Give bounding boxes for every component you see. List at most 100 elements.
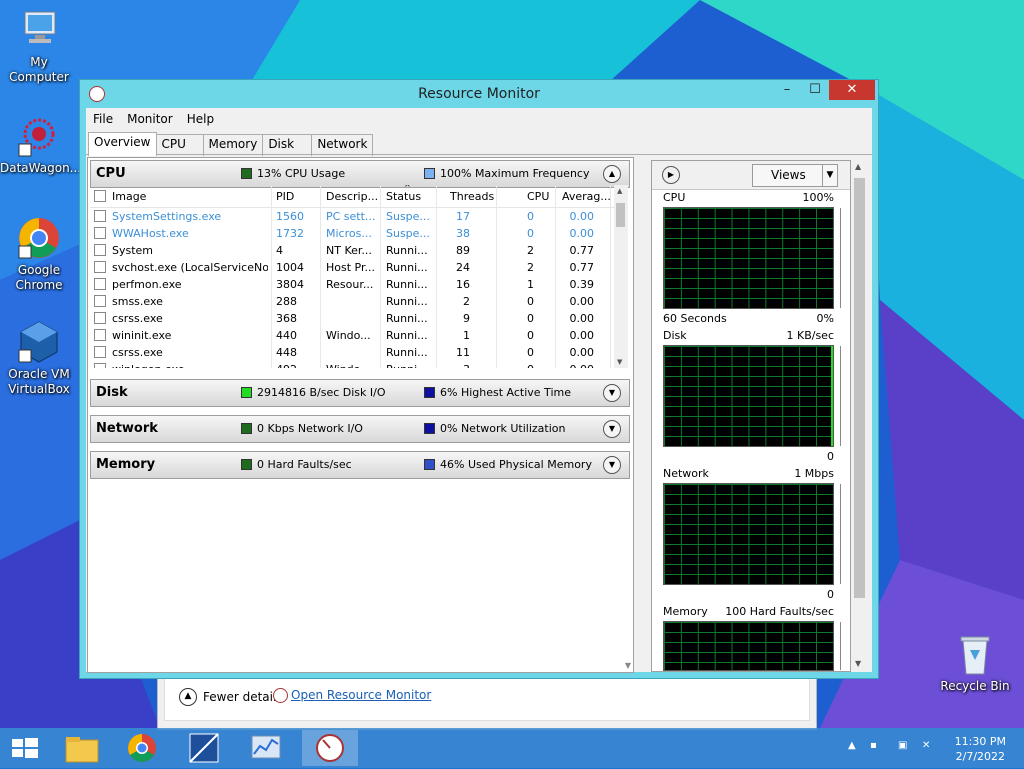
desktop-icon-datawagon[interactable]: DataWagon... (0, 114, 81, 176)
taskbar-app-64-10[interactable] (176, 730, 232, 766)
tab-overview[interactable]: Overview (88, 132, 157, 156)
column-cpu[interactable]: CPU (527, 190, 549, 203)
table-row[interactable]: SystemSettings.exe 1560 PC sett... Suspe...… (90, 208, 614, 225)
taskbar-chrome[interactable] (114, 730, 170, 766)
views-dropdown[interactable]: Views ▼ (752, 164, 838, 187)
cell-image: wininit.exe (112, 329, 172, 342)
memory-used-swatch (424, 459, 435, 470)
disk-graph-min: 0 (827, 450, 834, 463)
menu-file[interactable]: File (86, 110, 120, 130)
scrollbar-thumb[interactable] (616, 203, 625, 227)
column-image[interactable]: Image (112, 190, 146, 203)
cell-desc: Resour... (326, 278, 374, 291)
scroll-up-icon[interactable]: ▲ (617, 187, 622, 195)
tab-cpu[interactable]: CPU (155, 134, 204, 156)
menu-bar: File Monitor Help (86, 110, 221, 130)
disk-section-header[interactable]: Disk 2914816 B/sec Disk I/O 6% Highest A… (90, 379, 630, 407)
scroll-down-icon[interactable]: ▼ (855, 659, 861, 668)
taskbar-resource-monitor[interactable] (302, 730, 358, 766)
table-row[interactable]: wininit.exe 440 Windo... Runni... 1 0 0.00 (90, 327, 614, 344)
maximize-button[interactable]: ☐ (801, 80, 829, 100)
sort-indicator-icon: ^ (404, 185, 411, 192)
cpu-table-scrollbar[interactable]: ▲ ▼ (614, 185, 628, 368)
tab-disk[interactable]: Disk (262, 134, 313, 156)
table-row[interactable]: svchost.exe (LocalServiceNo... 1004 Host P… (90, 259, 614, 276)
close-button[interactable]: ✕ (829, 80, 875, 100)
tab-network[interactable]: Network (311, 134, 374, 156)
row-checkbox[interactable] (94, 244, 106, 256)
table-row[interactable]: csrss.exe 368 Runni... 9 0 0.00 (90, 310, 614, 327)
desktop-icon-my-computer[interactable]: My Computer (0, 8, 78, 85)
scroll-up-icon[interactable]: ▲ (855, 162, 861, 171)
memory-hard-faults-metric: 0 Hard Faults/sec (241, 458, 352, 471)
row-checkbox[interactable] (94, 261, 106, 273)
scrollbar-thumb[interactable] (854, 178, 865, 598)
graph-scale (834, 346, 841, 446)
chevron-up-icon[interactable]: ▲ (603, 165, 621, 183)
table-row[interactable]: perfmon.exe 3804 Resour... Runni... 16 1 0.39 (90, 276, 614, 293)
menu-monitor[interactable]: Monitor (120, 110, 180, 130)
cpu-section-header[interactable]: CPU 13% CPU Usage 100% Maximum Frequency… (90, 160, 630, 188)
chevron-down-icon[interactable]: ▼ (603, 384, 621, 402)
show-hidden-icons-icon[interactable]: ▲ (848, 740, 856, 751)
table-row[interactable]: WWAHost.exe 1732 Micros... Suspe... 38 0 0.00 (90, 225, 614, 242)
desktop-icon-recycle-bin[interactable]: Recycle Bin (936, 632, 1014, 694)
row-checkbox[interactable] (94, 329, 106, 341)
tab-memory[interactable]: Memory (202, 134, 264, 156)
network-utilization-metric: 0% Network Utilization (424, 422, 566, 435)
column-pid[interactable]: PID (276, 190, 294, 203)
desktop-icon-label: Recycle Bin (940, 679, 1010, 693)
chevron-right-icon[interactable]: ▶ (662, 166, 680, 184)
taskbar-file-explorer[interactable] (54, 730, 110, 766)
disk-graph (663, 345, 841, 447)
column-threads[interactable]: Threads (450, 190, 494, 203)
table-row[interactable]: smss.exe 288 Runni... 2 0 0.00 (90, 293, 614, 310)
cell-image: SystemSettings.exe (112, 210, 222, 223)
desktop-icon-virtualbox[interactable]: Oracle VM VirtualBox (0, 320, 78, 397)
network-icon[interactable]: ▣ (898, 740, 907, 751)
cell-image: csrss.exe (112, 346, 163, 359)
row-checkbox[interactable] (94, 346, 106, 358)
disk-graph-max: 1 KB/sec (786, 329, 834, 342)
row-checkbox[interactable] (94, 363, 106, 368)
chevron-down-icon[interactable]: ▼ (603, 420, 621, 438)
left-pane-scroll-down-icon[interactable]: ▼ (625, 661, 631, 670)
cpu-process-table: Image PID Descrip... Status ^ Threads CP… (90, 185, 628, 368)
desktop-icon-google-chrome[interactable]: Google Chrome (0, 216, 78, 293)
cell-pid: 1732 (276, 227, 304, 240)
fewer-details-button[interactable]: ▲ Fewer details (179, 688, 283, 706)
table-row[interactable]: System 4 NT Ker... Runni... 89 2 0.77 (90, 242, 614, 259)
column-average[interactable]: Averag... (562, 190, 611, 203)
cpu-graph (663, 207, 841, 309)
taskbar-resource-monitor-graph[interactable] (238, 730, 294, 766)
column-description[interactable]: Descrip... (326, 190, 378, 203)
graphs-scrollbar[interactable]: ▲ ▼ (851, 160, 868, 670)
taskbar-clock[interactable]: 11:30 PM 2/7/2022 (955, 734, 1006, 764)
memory-section-header[interactable]: Memory 0 Hard Faults/sec 46% Used Physic… (90, 451, 630, 479)
start-button[interactable] (0, 730, 50, 766)
scroll-down-icon[interactable]: ▼ (617, 358, 622, 366)
row-checkbox[interactable] (94, 312, 106, 324)
row-checkbox[interactable] (94, 210, 106, 222)
row-checkbox[interactable] (94, 295, 106, 307)
menu-help[interactable]: Help (180, 110, 221, 130)
network-section-header[interactable]: Network 0 Kbps Network I/O 0% Network Ut… (90, 415, 630, 443)
row-checkbox[interactable] (94, 278, 106, 290)
action-center-icon[interactable]: ▪ (870, 740, 877, 751)
resource-monitor-small-icon (273, 688, 288, 703)
select-all-checkbox[interactable] (94, 190, 106, 202)
task-manager-window: ▲ Fewer details Open Resource Monitor (157, 672, 817, 730)
chevron-down-icon[interactable]: ▼ (603, 456, 621, 474)
open-resource-monitor-link[interactable]: Open Resource Monitor (291, 688, 431, 702)
table-row[interactable]: csrss.exe 448 Runni... 11 0 0.00 (90, 344, 614, 361)
cell-threads: 3 (463, 363, 470, 368)
title-bar[interactable]: Resource Monitor – ☐ ✕ (80, 80, 878, 108)
task-manager-footer: ▲ Fewer details Open Resource Monitor (164, 675, 810, 721)
desktop-icon-label: My Computer (9, 55, 69, 84)
volume-muted-icon[interactable]: ✕ (922, 740, 930, 751)
memory-hard-faults-text: 0 Hard Faults/sec (257, 458, 352, 471)
row-checkbox[interactable] (94, 227, 106, 239)
cpu-graph-title: CPU (663, 191, 686, 204)
minimize-button[interactable]: – (773, 80, 801, 100)
table-row[interactable]: winlogon.exe 492 Windo... Runni... 3 0 0.00 (90, 361, 614, 368)
